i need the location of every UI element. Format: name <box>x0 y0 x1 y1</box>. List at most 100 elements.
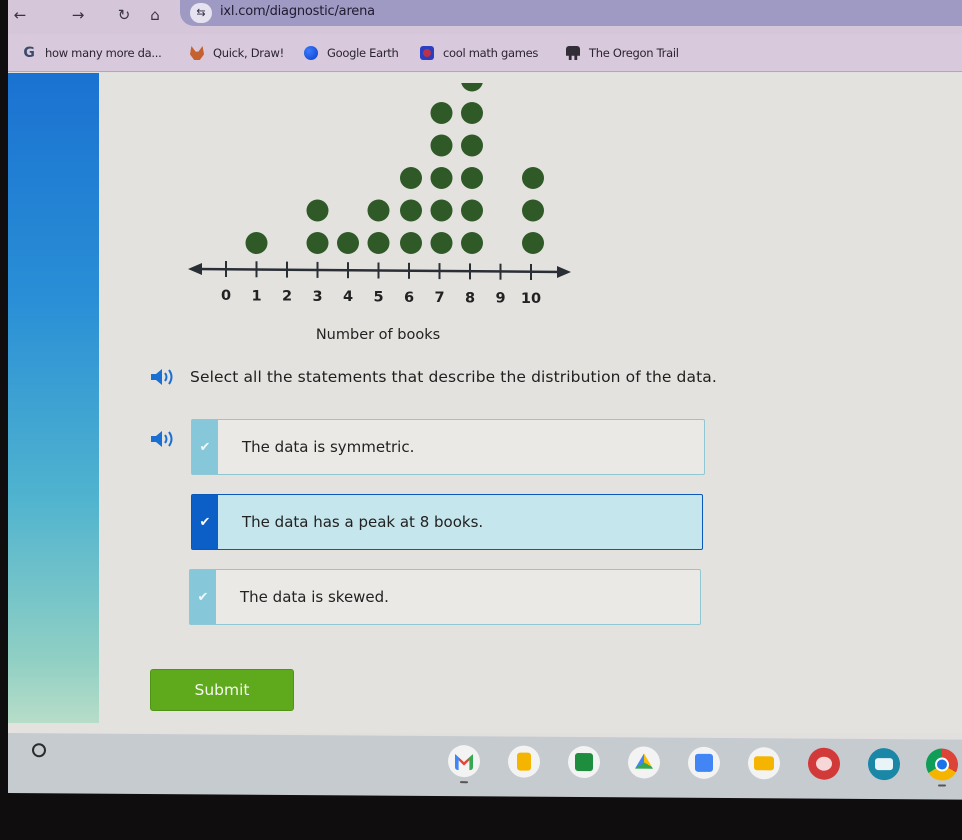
x-tick-label: 7 <box>434 290 444 306</box>
data-dot <box>461 102 483 124</box>
data-dot <box>522 199 544 222</box>
browser-window: ← → ↻ ⌂ ⇆ ixl.com/diagnostic/arena G how… <box>8 0 962 770</box>
palette-icon <box>816 756 832 771</box>
data-dot <box>461 199 483 222</box>
data-dot <box>337 232 359 254</box>
browser-toolbar: ← → ↻ ⌂ ⇆ ixl.com/diagnostic/arena <box>8 0 962 34</box>
axis-arrow-right <box>557 266 571 278</box>
data-dot <box>367 199 390 222</box>
checkmark-icon: ✔ <box>199 514 211 530</box>
bookmark-oregon-trail[interactable]: The Oregon Trail <box>566 43 679 63</box>
checkmark-icon: ✔ <box>197 589 209 605</box>
checkmark-icon: ✔ <box>199 439 211 455</box>
answer-option-skewed[interactable]: ✔ The data is skewed. <box>189 569 701 625</box>
data-dot <box>430 199 453 222</box>
bookmarks-bar: G how many more da... Quick, Draw! Googl… <box>8 34 962 72</box>
keep-icon <box>517 752 531 771</box>
data-dot <box>306 199 329 222</box>
x-tick-label: 2 <box>282 289 292 305</box>
reload-button[interactable]: ↻ <box>112 4 136 26</box>
shelf-app-gmail[interactable] <box>448 745 480 784</box>
forward-button[interactable]: → <box>66 4 90 26</box>
option-check-strip: ✔ <box>192 495 218 549</box>
site-settings-icon[interactable]: ⇆ <box>190 3 212 23</box>
x-tick-label: 3 <box>312 289 322 305</box>
option-check-strip: ✔ <box>192 420 218 474</box>
reload-icon: ↻ <box>117 6 131 24</box>
speaker-icon[interactable] <box>150 367 176 387</box>
option-label: The data is skewed. <box>240 588 389 606</box>
left-sidebar-gradient <box>8 73 99 723</box>
bookmark-label: cool math games <box>443 46 539 60</box>
running-indicator <box>460 781 468 784</box>
bookmark-quick-draw[interactable]: Quick, Draw! <box>190 43 284 63</box>
shelf-app-classroom[interactable] <box>568 745 600 779</box>
home-icon: ⌂ <box>150 6 160 24</box>
shelf-app-slides[interactable] <box>748 747 780 780</box>
data-dot <box>306 232 329 254</box>
google-g-icon: G <box>23 45 35 61</box>
address-bar[interactable]: ⇆ ixl.com/diagnostic/arena <box>180 0 962 26</box>
bookmark-cool-math-games[interactable]: cool math games <box>420 43 538 63</box>
bookmark-label: Google Earth <box>327 46 399 60</box>
answer-option-symmetric[interactable]: ✔ The data is symmetric. <box>191 419 705 475</box>
drive-icon <box>635 753 653 771</box>
quick-draw-icon <box>190 46 204 60</box>
screencast-icon <box>875 758 893 771</box>
x-tick-label: 9 <box>495 291 505 307</box>
home-button[interactable]: ⌂ <box>143 4 167 26</box>
submit-button[interactable]: Submit <box>150 669 294 711</box>
axis-arrow-left <box>188 263 202 275</box>
back-button[interactable]: ← <box>8 4 32 26</box>
data-dot <box>400 167 422 189</box>
answer-option-peak-at-8[interactable]: ✔ The data has a peak at 8 books. <box>191 494 703 550</box>
data-dot <box>400 199 422 222</box>
shelf-app-screencast[interactable] <box>868 748 900 781</box>
shelf-app-keep[interactable] <box>508 745 540 778</box>
url-text[interactable]: ixl.com/diagnostic/arena <box>220 4 375 19</box>
dot-plot-svg: 0 1 2 3 4 5 6 7 8 9 10 <box>188 83 571 307</box>
bookmark-how-many-more[interactable]: G how many more da... <box>22 43 161 63</box>
data-dot <box>430 232 453 254</box>
back-arrow-icon: ← <box>13 6 27 24</box>
running-indicator <box>938 784 946 787</box>
bookmark-label: Quick, Draw! <box>213 46 284 60</box>
x-tick-label: 6 <box>404 290 414 306</box>
shelf-app-canvas[interactable] <box>808 747 840 780</box>
oregon-trail-icon <box>566 46 580 60</box>
data-dot <box>461 232 483 254</box>
data-dot <box>461 167 483 189</box>
bookmark-label: how many more da... <box>45 46 162 60</box>
data-dot <box>522 232 544 254</box>
chromeos-shelf <box>8 733 962 800</box>
bookmark-google-earth[interactable]: Google Earth <box>304 43 399 63</box>
shelf-app-docs[interactable] <box>688 746 720 779</box>
bookmark-label: The Oregon Trail <box>589 46 679 60</box>
x-tick-label: 4 <box>343 289 353 305</box>
option-label: The data is symmetric. <box>242 438 415 456</box>
coolmath-icon <box>420 46 434 60</box>
question-text: Select all the statements that describe … <box>190 368 717 386</box>
slides-icon <box>754 756 774 771</box>
data-dot <box>461 83 483 92</box>
data-dot <box>522 167 544 189</box>
question-prompt: Select all the statements that describe … <box>150 367 717 387</box>
x-tick-label: 1 <box>251 288 261 304</box>
x-tick-label: 10 <box>521 291 541 307</box>
data-dot <box>400 232 422 254</box>
x-axis-title: Number of books <box>315 327 441 343</box>
option-check-strip: ✔ <box>190 570 216 624</box>
data-dot <box>430 102 453 124</box>
x-tick-label: 0 <box>221 288 231 304</box>
launcher-icon[interactable] <box>32 743 46 758</box>
data-dot <box>367 232 390 254</box>
data-dot <box>430 167 453 189</box>
option-speaker-icon[interactable] <box>150 429 176 449</box>
data-dot <box>245 232 268 254</box>
shelf-app-chrome[interactable] <box>926 748 958 787</box>
forward-arrow-icon: → <box>71 6 85 24</box>
ixl-page: 0 1 2 3 4 5 6 7 8 9 10 Number of books Select all … <box>8 73 962 733</box>
gmail-icon <box>455 752 473 770</box>
shelf-app-drive[interactable] <box>628 746 660 779</box>
data-dot <box>430 134 453 157</box>
